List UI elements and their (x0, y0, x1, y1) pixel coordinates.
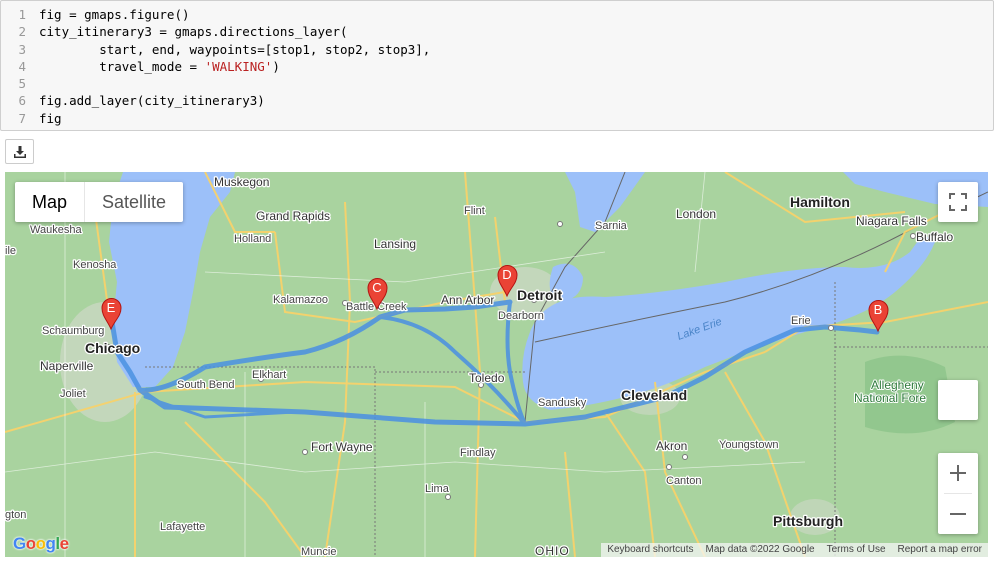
plus-icon (950, 465, 966, 481)
report-map-error-link[interactable]: Report a map error (892, 543, 988, 557)
label-ohio: OHIO (535, 544, 570, 557)
label-ile: ile (5, 245, 16, 257)
label-toledo: Toledo (469, 371, 505, 385)
marker-b-label: B (874, 302, 883, 317)
zoom-control (938, 453, 978, 534)
label-erie: Erie (791, 315, 811, 327)
label-elkhart: Elkhart (252, 369, 286, 381)
download-button[interactable] (5, 139, 34, 164)
label-dearborn: Dearborn (498, 310, 544, 322)
map-type-map-button[interactable]: Map (15, 182, 84, 222)
code-line: 1 fig = gmaps.figure() (1, 6, 993, 23)
label-ann-arbor: Ann Arbor (441, 293, 494, 307)
label-detroit: Detroit (517, 287, 562, 303)
map-canvas[interactable]: Chicago Detroit Cleveland Pittsburgh Ham… (5, 172, 988, 557)
code-line: 4 travel_mode = 'WALKING') (1, 58, 993, 75)
line-number: 4 (18, 58, 26, 74)
code-text: fig.add_layer(city_itinerary3) (39, 93, 265, 109)
map-type-satellite-button[interactable]: Satellite (85, 182, 183, 222)
line-number: 1 (18, 7, 26, 22)
code-cell[interactable]: 1 fig = gmaps.figure() 2 city_itinerary3 =… (0, 0, 994, 131)
label-canton: Canton (666, 475, 701, 487)
code-text: city_itinerary3 = gmaps.directions_layer… (39, 24, 348, 40)
line-number: 2 (18, 24, 26, 40)
label-london: London (676, 207, 716, 221)
code-text: travel_mode = 'WALKING') (39, 58, 280, 75)
label-grand-rapids: Grand Rapids (256, 209, 330, 223)
map-type-control: Map Satellite (15, 182, 184, 222)
label-schaumburg: Schaumburg (42, 325, 104, 337)
code-text: fig (39, 110, 62, 126)
fullscreen-button[interactable] (938, 182, 978, 222)
marker-d-label: D (502, 267, 511, 282)
label-cleveland: Cleveland (621, 387, 687, 403)
label-national-forest: National Fore (854, 391, 926, 405)
zoom-in-button[interactable] (938, 453, 978, 493)
map-tiles: Chicago Detroit Cleveland Pittsburgh Ham… (5, 172, 988, 557)
label-flint: Flint (464, 205, 485, 217)
label-hamilton: Hamilton (790, 194, 850, 210)
label-chicago: Chicago (85, 340, 140, 356)
keyboard-shortcuts-link[interactable]: Keyboard shortcuts (601, 543, 699, 557)
label-allegheny: Allegheny (871, 378, 924, 392)
code-line: 5 (1, 75, 993, 92)
line-number: 5 (18, 76, 26, 92)
code-line: 7 fig (1, 110, 993, 127)
code-line: 2 city_itinerary3 = gmaps.directions_laye… (1, 23, 993, 40)
code-text: fig = gmaps.figure() (39, 7, 190, 22)
map-data-text: Map data ©2022 Google (705, 544, 815, 555)
marker-c-label: C (372, 280, 381, 295)
label-muncie: Muncie (301, 546, 336, 557)
download-icon (13, 145, 26, 158)
label-muskegon: Muskegon (214, 175, 269, 189)
google-logo[interactable]: Google (13, 534, 69, 554)
label-lima: Lima (425, 483, 450, 495)
marker-e-label: E (107, 300, 116, 315)
code-text: start, end, waypoints=[stop1, stop2, sto… (39, 41, 431, 57)
label-joliet: Joliet (60, 388, 86, 400)
label-naperville: Naperville (40, 359, 94, 373)
map-attribution: Keyboard shortcuts Map data ©2022 Google… (601, 543, 988, 557)
label-lafayette: Lafayette (160, 521, 205, 533)
line-number: 3 (18, 41, 26, 57)
string-literal: 'WALKING' (204, 58, 273, 74)
line-number: 7 (18, 110, 26, 126)
code-line: 6 fig.add_layer(city_itinerary3) (1, 92, 993, 109)
label-youngstown: Youngstown (719, 439, 779, 451)
label-pittsburgh: Pittsburgh (773, 513, 843, 529)
label-waukesha: Waukesha (30, 224, 82, 236)
code-line: 3 start, end, waypoints=[stop1, stop2, s… (1, 41, 993, 58)
label-sandusky: Sandusky (538, 397, 587, 409)
label-south-bend: South Bend (177, 379, 235, 391)
line-number: 6 (18, 93, 26, 109)
label-lansing: Lansing (374, 237, 416, 251)
label-sarnia: Sarnia (595, 220, 628, 232)
label-gton: gton (5, 509, 26, 521)
label-findlay: Findlay (460, 447, 496, 459)
code-text-pre: travel_mode = (39, 58, 205, 74)
label-holland: Holland (234, 233, 271, 245)
label-kenosha: Kenosha (73, 259, 117, 271)
terms-of-use-link[interactable]: Terms of Use (821, 543, 892, 557)
label-kalamazoo: Kalamazoo (273, 294, 328, 306)
zoom-out-button[interactable] (938, 494, 978, 534)
label-fort-wayne: Fort Wayne (311, 440, 373, 454)
street-view-pegman-button[interactable] (938, 380, 978, 420)
label-buffalo: Buffalo (916, 230, 953, 244)
label-akron: Akron (656, 439, 687, 453)
fullscreen-icon (949, 193, 967, 211)
label-niagara-falls: Niagara Falls (856, 214, 927, 228)
minus-icon (950, 513, 966, 515)
code-text-post: ) (272, 58, 280, 74)
